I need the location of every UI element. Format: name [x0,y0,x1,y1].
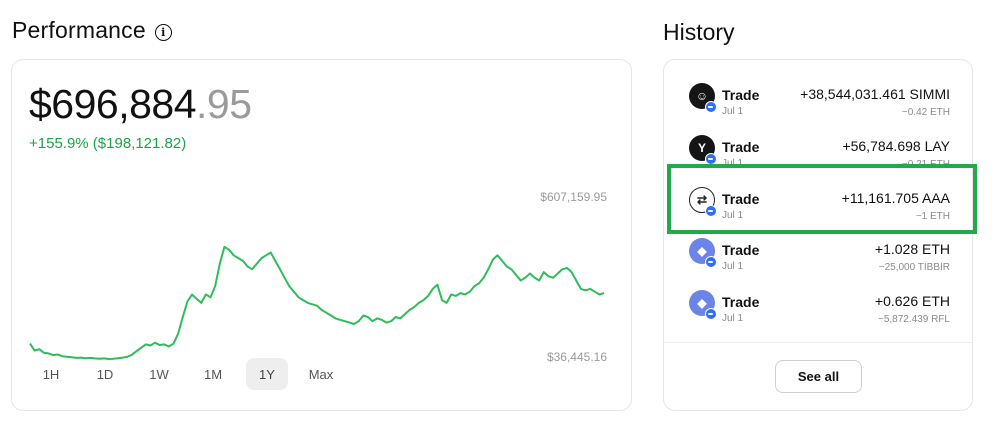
chain-badge-icon [705,101,717,113]
row-kind: Trade [722,87,760,103]
range-button-max[interactable]: Max [300,358,342,390]
portfolio-value-line [29,245,605,360]
highlighted-history-row-outline [667,164,977,234]
range-button-1w[interactable]: 1W [138,358,180,390]
row-amount: +56,784.698 LAY [842,138,950,154]
history-row[interactable]: ◆ Trade Jul 1 +1.028 ETH −25,000 TIBBIR [664,228,972,280]
row-date: Jul 1 [722,313,744,324]
row-kind: Trade [722,139,760,155]
history-row[interactable]: ◆ Trade Jul 1 +0.626 ETH −5,872.439 RFL [664,280,972,332]
performance-title-text: Performance [12,17,146,43]
chain-badge-icon [705,256,717,268]
performance-card: $696,884.95 +155.9% ($198,121.82) $607,1… [11,59,632,411]
range-button-1h[interactable]: 1H [30,358,72,390]
row-date: Jul 1 [722,261,744,272]
row-amount: +38,544,031.461 SIMMI [800,86,950,102]
row-sub-amount: −5,872.439 RFL [878,314,950,325]
row-date: Jul 1 [722,106,744,117]
info-icon[interactable]: i [154,23,172,41]
chart-axis-max-label: $607,159.95 [540,190,607,204]
chain-badge-icon [705,308,717,320]
history-card: ☺ Trade Jul 1 +38,544,031.461 SIMMI −0.42 ET… [663,59,973,411]
history-divider [664,342,972,343]
history-row[interactable]: ☺ Trade Jul 1 +38,544,031.461 SIMMI −0.42 ET… [664,73,972,125]
row-kind: Trade [722,294,760,310]
range-button-1y[interactable]: 1Y [246,358,288,390]
range-button-1d[interactable]: 1D [84,358,126,390]
row-sub-amount: −0.42 ETH [901,107,950,118]
row-amount: +0.626 ETH [874,293,950,309]
performance-title: Performance i [12,17,172,44]
row-sub-amount: −25,000 TIBBIR [878,262,950,273]
time-range-selector: 1H 1D 1W 1M 1Y Max [30,358,342,390]
range-button-1m[interactable]: 1M [192,358,234,390]
history-title: History [663,19,735,45]
chart-axis-min-label: $36,445.16 [546,350,607,364]
see-all-button[interactable]: See all [775,360,862,393]
row-amount: +1.028 ETH [874,241,950,257]
row-kind: Trade [722,242,760,258]
